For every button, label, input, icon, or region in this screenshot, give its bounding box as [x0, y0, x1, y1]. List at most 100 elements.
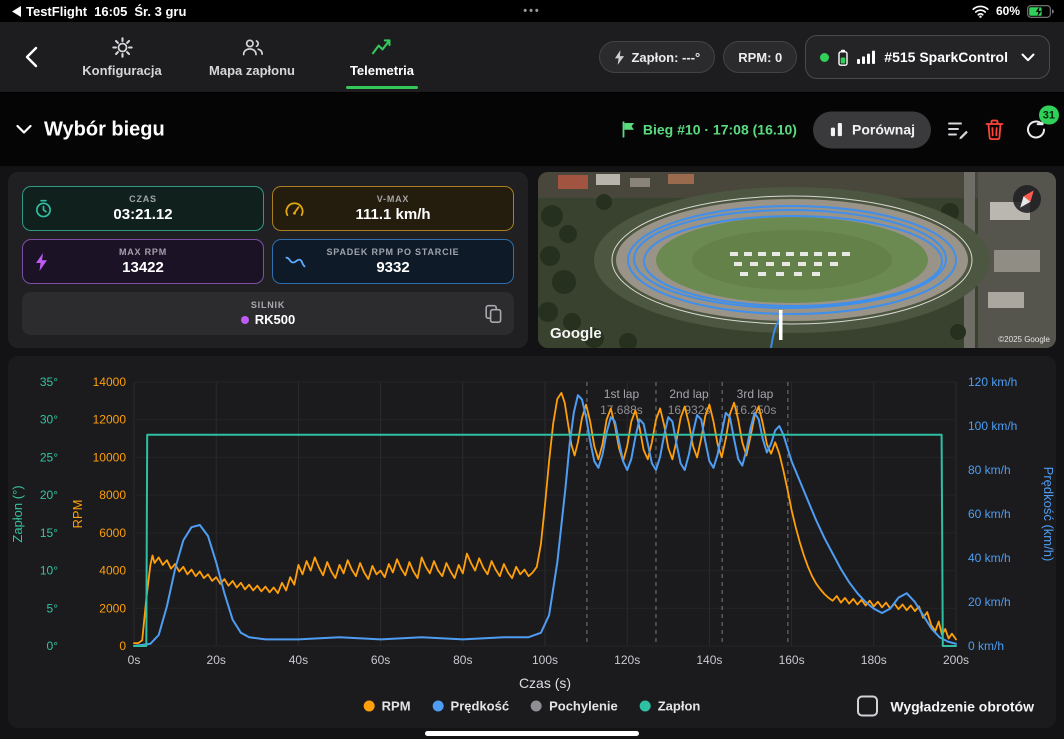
telemetry-chart-icon	[371, 37, 394, 58]
map-provider-logo: Google	[550, 325, 602, 342]
ignition-axis-label: Zapłon (°)	[10, 485, 25, 542]
rpm-axis-label: RPM	[70, 500, 85, 529]
gauge-icon	[285, 201, 304, 217]
legend-item-prędkość[interactable]: Prędkość	[433, 699, 510, 714]
sync-refresh-button[interactable]: 31	[1024, 118, 1048, 142]
device-name: #515 SparkControl	[884, 49, 1008, 65]
stat-label: MAX RPM	[119, 247, 167, 257]
stat-value: 03:21.12	[113, 206, 172, 223]
rpm-status-text: RPM: 0	[738, 50, 782, 65]
collapse-run-picker-button[interactable]	[16, 125, 32, 135]
ignition-tick: 20°	[40, 488, 58, 502]
stats-grid: CZAS 03:21.12 V-MAX111.1 km/hMAX RPM13422 S…	[22, 186, 514, 284]
back-to-app-triangle-icon	[12, 6, 21, 17]
compass-icon[interactable]	[1013, 185, 1041, 213]
map-panel[interactable]: Google ©2025 Google	[538, 172, 1056, 348]
tab-telemetria[interactable]: Telemetria	[324, 22, 440, 92]
lap-label: 3rd lap	[737, 387, 774, 401]
battery-percentage: 60%	[996, 4, 1020, 18]
edit-list-icon	[947, 120, 969, 140]
battery-icon	[1027, 5, 1054, 18]
bolt-icon	[614, 50, 625, 65]
stat-value: 111.1 km/h	[355, 206, 430, 223]
rpm-drop-icon	[285, 255, 306, 269]
multitask-indicator[interactable]: •••	[523, 0, 541, 22]
ignition-tick: 35°	[40, 375, 58, 389]
flag-icon	[622, 122, 635, 138]
app-screen: TestFlight 16:05 Śr. 3 gru ••• 60%	[0, 0, 1064, 739]
sync-count-badge: 31	[1039, 106, 1059, 125]
speed-tick: 120 km/h	[968, 375, 1017, 389]
x-tick: 80s	[453, 653, 472, 667]
run-stats-panel: CZAS 03:21.12 V-MAX111.1 km/hMAX RPM13422 S…	[8, 172, 528, 348]
satellite-map[interactable]: Google ©2025 Google	[538, 172, 1056, 348]
ignition-tick: 0°	[47, 639, 59, 653]
gear-icon	[112, 37, 133, 58]
signal-bars-icon	[857, 50, 875, 64]
lap-label: 1st lap	[604, 387, 640, 401]
legend-item-rpm[interactable]: RPM	[364, 699, 411, 714]
tab-mapa-zaplonu[interactable]: Mapa zapłonu	[194, 22, 310, 92]
map-copyright: ©2025 Google	[998, 335, 1050, 344]
x-tick: 40s	[289, 653, 308, 667]
rpm-tick: 2000	[99, 601, 126, 615]
rpm-tick: 4000	[99, 564, 126, 578]
x-tick: 120s	[614, 653, 640, 667]
engine-bar: SILNIK RK500	[22, 292, 514, 335]
engine-label: SILNIK	[251, 300, 285, 310]
compare-button[interactable]: Porównaj	[813, 111, 931, 148]
x-tick: 0s	[128, 653, 141, 667]
device-selector[interactable]: #515 SparkControl	[805, 35, 1050, 79]
rpm-tick: 6000	[99, 526, 126, 540]
chevron-down-icon	[1021, 53, 1035, 62]
active-tab-underline	[346, 86, 418, 89]
start-line-marker	[779, 310, 783, 340]
device-battery-icon	[838, 49, 848, 66]
status-date: Śr. 3 gru	[134, 4, 186, 19]
engine-dot	[241, 316, 249, 324]
ignition-tick: 30°	[40, 413, 58, 427]
stat-value: 9332	[376, 259, 409, 276]
engine-value: RK500	[255, 312, 295, 327]
rpm-tick: 14000	[93, 375, 127, 389]
speed-axis-label: Prędkość (km/h)	[1041, 467, 1056, 562]
smoothing-label: Wygładzenie obrotów	[890, 698, 1034, 714]
tab-label: Konfiguracja	[82, 63, 161, 78]
legend-item-pochylenie[interactable]: Pochylenie	[531, 699, 618, 714]
back-button[interactable]	[16, 42, 46, 72]
tab-konfiguracja[interactable]: Konfiguracja	[64, 22, 180, 92]
delete-run-button[interactable]	[985, 119, 1004, 140]
compare-icon	[829, 122, 844, 138]
speed-tick: 0 km/h	[968, 639, 1004, 653]
wifi-icon	[972, 5, 989, 18]
lap-time: 16.932s	[668, 403, 711, 417]
people-icon	[241, 37, 264, 58]
ignition-tick: 10°	[40, 564, 58, 578]
bolt-icon	[35, 253, 48, 271]
rpm-status-pill: RPM: 0	[723, 41, 797, 73]
smoothing-checkbox[interactable]	[857, 696, 878, 717]
stat-card-maxrpm: MAX RPM13422	[22, 239, 264, 284]
home-indicator[interactable]	[425, 731, 639, 736]
ignition-status-pill: Zapłon: ---°	[599, 41, 715, 73]
smoothing-toggle[interactable]: Wygładzenie obrotów	[857, 696, 1034, 717]
speed-tick: 100 km/h	[968, 419, 1017, 433]
stat-card-vmax: V-MAX111.1 km/h	[272, 186, 514, 231]
copy-engine-button[interactable]	[485, 304, 502, 323]
legend-item-zapłon[interactable]: Zapłon	[640, 699, 701, 714]
selected-run-pill[interactable]: Bieg #10 · 17:08 (16.10)	[622, 111, 797, 148]
back-to-app-link[interactable]: TestFlight	[12, 4, 87, 19]
stat-label: CZAS	[129, 194, 157, 204]
rpm-tick: 10000	[93, 450, 127, 464]
telemetry-chart[interactable]: 1st lap17.688s2nd lap16.932s3rd lap16.25…	[8, 356, 1056, 696]
x-tick: 200s	[943, 653, 969, 667]
edit-run-list-button[interactable]	[947, 120, 969, 140]
ignition-tick: 25°	[40, 450, 58, 464]
speed-tick: 40 km/h	[968, 551, 1011, 565]
nav-right-cluster: Zapłon: ---° RPM: 0 #515 SparkCont	[599, 35, 1050, 79]
run-selection-bar: Wybór biegu Bieg #10 · 17:08 (16.10) Por…	[0, 93, 1064, 166]
back-app-name: TestFlight	[26, 4, 87, 19]
lap-label: 2nd lap	[669, 387, 709, 401]
ignition-status-text: Zapłon: ---°	[631, 50, 700, 65]
stat-label: SPADEK RPM PO STARCIE	[327, 247, 460, 257]
